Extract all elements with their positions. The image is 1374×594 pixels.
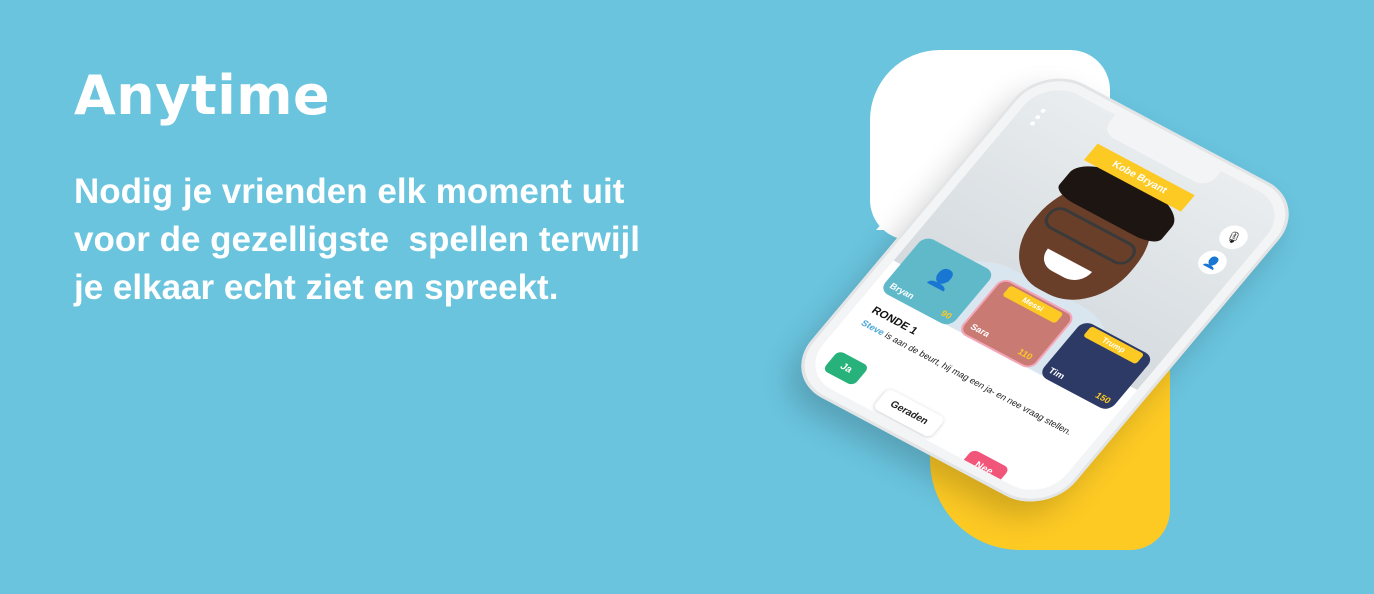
tile-score: 150 xyxy=(1093,390,1114,406)
page-title: Anytime xyxy=(74,64,331,127)
tagline-line-2: voor de gezelligste spellen terwijl xyxy=(74,220,640,259)
tile-score: 90 xyxy=(938,308,955,321)
tile-name: Bryan xyxy=(887,281,917,301)
yes-button[interactable]: Ja xyxy=(822,350,870,387)
menu-dots-icon[interactable]: • • • xyxy=(1024,104,1052,132)
phone-mockup: Steve Kobe Bryant ••• 🎙 👤 👤 Bryan 90 Mes… xyxy=(781,50,1309,518)
avatar-icon: 👤 xyxy=(923,264,961,294)
tile-word: Trump xyxy=(1082,325,1145,365)
person-icon[interactable]: 👤 xyxy=(1192,246,1233,279)
tagline-line-3: je elkaar echt ziet en spreekt. xyxy=(74,268,559,307)
phone-screen: Steve Kobe Bryant ••• 🎙 👤 👤 Bryan 90 Mes… xyxy=(799,77,1291,503)
tagline: Nodig je vrienden elk moment uit voor de… xyxy=(74,168,774,312)
guessed-button[interactable]: Geraden xyxy=(872,388,946,438)
tile-score: 110 xyxy=(1015,346,1035,362)
phone-body: Steve Kobe Bryant ••• 🎙 👤 👤 Bryan 90 Mes… xyxy=(781,62,1309,518)
tile-name: Tim xyxy=(1046,365,1068,381)
action-buttons: Ja Geraden Nee xyxy=(812,350,1054,496)
tile-name: Sara xyxy=(968,321,993,339)
main-video: Steve Kobe Bryant ••• 🎙 👤 👤 Bryan 90 Mes… xyxy=(878,77,1291,413)
tagline-line-1: Nodig je vrienden elk moment uit xyxy=(74,172,625,211)
microphone-icon[interactable]: 🎙 xyxy=(1213,221,1254,254)
no-button[interactable]: Nee xyxy=(956,448,1011,489)
